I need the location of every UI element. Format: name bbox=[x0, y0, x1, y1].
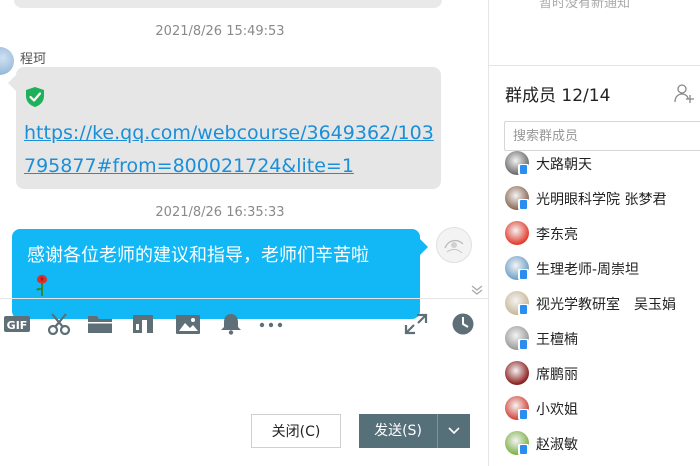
member-item[interactable]: 视光学教研室 吴玉娟 bbox=[505, 291, 700, 317]
scroll-down-icon[interactable] bbox=[470, 282, 484, 296]
bell-icon[interactable] bbox=[218, 313, 244, 335]
message-text: 感谢各位老师的建议和指导，老师们辛苦啦 bbox=[27, 245, 369, 266]
message-input[interactable] bbox=[0, 345, 488, 410]
members-title: 群成员 12/14 bbox=[505, 86, 611, 106]
own-avatar[interactable] bbox=[436, 227, 472, 263]
scissors-icon[interactable] bbox=[46, 313, 72, 336]
member-item[interactable]: 生理老师-周崇坦 bbox=[505, 256, 700, 282]
member-name: 生理老师-周崇坦 bbox=[536, 262, 640, 278]
send-button[interactable]: 发送(S) bbox=[359, 414, 437, 448]
member-item[interactable]: 大路朝天 bbox=[505, 151, 700, 177]
chevron-down-icon bbox=[448, 427, 460, 435]
member-item[interactable]: 席鹏丽 bbox=[505, 361, 700, 387]
member-name: 赵淑敏 bbox=[536, 437, 578, 453]
group-side-panel: 暂时没有新通知 群成员 12/14 大路朝天光明眼科学院 张梦君李东亮生理老师-… bbox=[489, 0, 700, 466]
music-icon[interactable] bbox=[130, 313, 156, 335]
member-name: 大路朝天 bbox=[536, 157, 592, 173]
close-button[interactable]: 关闭(C) bbox=[251, 414, 341, 448]
link-message-bubble: https://ke.qq.com/webcourse/3649362/1037… bbox=[8, 67, 441, 189]
member-item[interactable]: 王檀楠 bbox=[505, 326, 700, 352]
previous-message-bubble bbox=[14, 0, 442, 8]
member-name: 视光学教研室 吴玉娟 bbox=[536, 297, 676, 313]
sender-name[interactable]: 程珂 bbox=[20, 48, 46, 67]
mobile-online-icon bbox=[518, 339, 529, 350]
mobile-online-icon bbox=[518, 164, 529, 175]
verified-shield-icon bbox=[26, 87, 44, 107]
svg-text:GIF: GIF bbox=[7, 319, 28, 332]
expand-icon[interactable] bbox=[403, 313, 429, 335]
mobile-online-icon bbox=[518, 199, 529, 210]
rose-emoji-icon bbox=[36, 275, 47, 296]
member-avatar bbox=[505, 361, 529, 385]
member-item[interactable]: 赵淑敏 bbox=[505, 431, 700, 457]
member-item[interactable]: 小欢姐 bbox=[505, 396, 700, 422]
input-toolbar: GIF bbox=[0, 305, 488, 345]
member-name: 王檀楠 bbox=[536, 332, 578, 348]
member-search-input[interactable] bbox=[504, 121, 700, 151]
chat-window: 2021/8/26 15:49:53 程珂 https://ke.qq.com/… bbox=[0, 0, 488, 466]
member-name: 小欢姐 bbox=[536, 402, 578, 418]
member-item[interactable]: 光明眼科学院 张梦君 bbox=[505, 186, 700, 212]
gif-icon[interactable]: GIF bbox=[4, 313, 30, 335]
message-timestamp: 2021/8/26 15:49:53 bbox=[155, 24, 285, 39]
mobile-online-icon bbox=[518, 409, 529, 420]
add-member-icon[interactable] bbox=[673, 82, 695, 104]
more-icon[interactable] bbox=[258, 313, 284, 335]
message-timestamp: 2021/8/26 16:35:33 bbox=[155, 205, 285, 220]
image-icon[interactable] bbox=[175, 313, 201, 335]
member-name: 席鹏丽 bbox=[536, 367, 578, 383]
mobile-online-icon bbox=[518, 444, 529, 455]
member-name: 李东亮 bbox=[536, 227, 578, 243]
mobile-online-icon bbox=[518, 269, 529, 280]
notice-text: 暂时没有新通知 bbox=[539, 0, 631, 11]
send-options-button[interactable] bbox=[437, 414, 470, 448]
clock-icon[interactable] bbox=[450, 313, 476, 335]
course-link[interactable]: https://ke.qq.com/webcourse/3649362/1037… bbox=[24, 117, 436, 183]
mobile-online-icon bbox=[518, 304, 529, 315]
member-item[interactable]: 李东亮 bbox=[505, 221, 700, 247]
sender-avatar[interactable] bbox=[0, 47, 14, 75]
member-avatar bbox=[505, 221, 529, 245]
member-name: 光明眼科学院 张梦君 bbox=[536, 192, 667, 208]
folder-icon[interactable] bbox=[87, 313, 113, 335]
